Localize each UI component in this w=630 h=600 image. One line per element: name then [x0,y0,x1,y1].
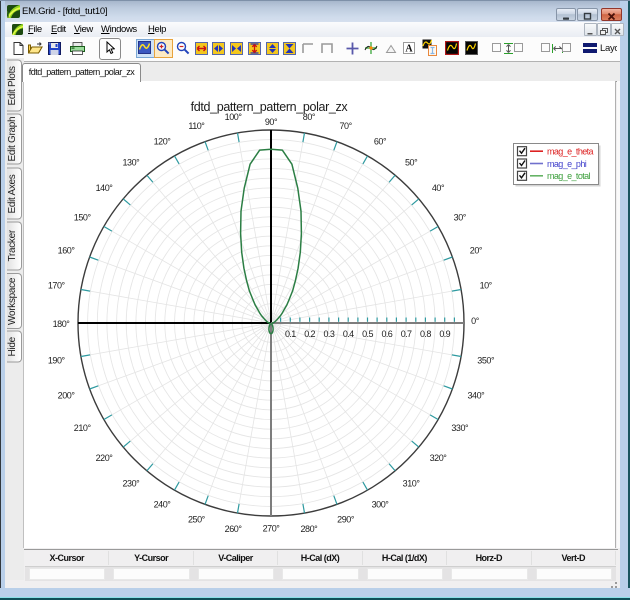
svg-text:60°: 60° [374,137,387,147]
svg-text:320°: 320° [430,453,448,463]
svg-text:330°: 330° [451,423,469,433]
svg-text:40°: 40° [432,183,445,193]
svg-text:70°: 70° [339,121,352,131]
svg-text:190°: 190° [48,355,66,365]
svg-text:fdtd_pattern_pattern_polar_zx: fdtd_pattern_pattern_polar_zx [191,100,349,114]
svg-text:250°: 250° [188,515,206,525]
svg-text:210°: 210° [74,423,92,433]
svg-text:150°: 150° [74,213,92,223]
svg-text:120°: 120° [154,137,172,147]
svg-text:230°: 230° [122,479,140,489]
svg-text:0.2: 0.2 [304,329,315,339]
svg-text:110°: 110° [188,121,205,131]
svg-text:50°: 50° [405,157,418,167]
svg-text:0.4: 0.4 [343,329,354,339]
svg-text:350°: 350° [477,355,495,365]
svg-text:220°: 220° [96,453,114,463]
svg-text:30°: 30° [454,213,467,223]
svg-text:0.5: 0.5 [362,329,373,339]
svg-text:300°: 300° [372,499,390,509]
svg-text:160°: 160° [58,246,76,256]
svg-text:10°: 10° [480,281,493,291]
svg-text:20°: 20° [470,246,483,256]
svg-text:180°: 180° [53,319,71,329]
svg-text:270°: 270° [263,524,281,534]
svg-text:290°: 290° [337,515,355,525]
svg-text:0.9: 0.9 [439,329,450,339]
svg-text:310°: 310° [403,479,421,489]
svg-text:A: A [405,44,413,55]
svg-text:0.3: 0.3 [324,329,335,339]
svg-text:140°: 140° [96,183,114,193]
svg-text:0.1: 0.1 [285,329,296,339]
svg-text:90°: 90° [265,117,278,127]
svg-text:260°: 260° [225,524,243,534]
svg-text:mag_e_phi: mag_e_phi [547,159,587,169]
svg-text:0°: 0° [471,316,480,326]
svg-text:340°: 340° [467,390,485,400]
svg-text:280°: 280° [300,524,318,534]
svg-text:mag_e_theta: mag_e_theta [547,147,594,157]
svg-text:0.7: 0.7 [401,329,412,339]
svg-text:0.8: 0.8 [420,329,431,339]
svg-text:170°: 170° [48,281,66,291]
svg-text:240°: 240° [154,499,172,509]
svg-text:130°: 130° [122,157,140,167]
svg-text:0.6: 0.6 [381,329,392,339]
svg-text:200°: 200° [58,390,76,400]
svg-text:mag_e_total: mag_e_total [547,171,591,181]
